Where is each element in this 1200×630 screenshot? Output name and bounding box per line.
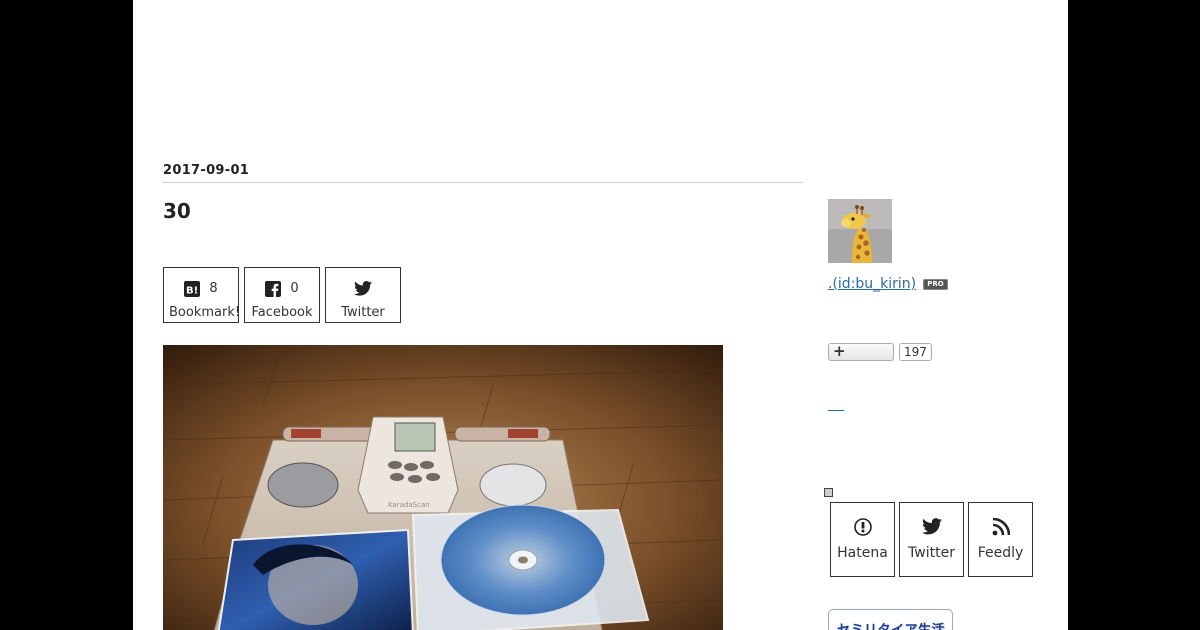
twitter-icon (900, 518, 963, 539)
svg-text:KaradaScan: KaradaScan (388, 501, 430, 509)
hatena-bookmark-button[interactable]: B! 8 Bookmark! (163, 267, 239, 323)
subscribe-twitter-button[interactable]: Twitter (899, 502, 964, 577)
subscribe-feedly-label: Feedly (977, 545, 1024, 561)
facebook-count: 0 (290, 280, 299, 296)
pro-badge: PRO (923, 279, 948, 290)
twitter-icon (354, 278, 372, 297)
bookmark-label: Bookmark! (169, 305, 239, 320)
follower-count[interactable]: 197 (899, 343, 932, 361)
entry-date[interactable]: 2017-09-01 (163, 163, 249, 178)
subscribe-feedly-button[interactable]: Feedly (968, 502, 1033, 577)
hatena-bookmark-icon: B! (184, 278, 205, 297)
facebook-share-button[interactable]: 0 Facebook (244, 267, 320, 323)
date-divider (163, 182, 803, 183)
entry-title[interactable]: 30 (163, 199, 191, 223)
semi-retire-banner[interactable]: セミリタイア生活 (828, 609, 953, 630)
author-avatar[interactable] (828, 199, 892, 263)
facebook-label: Facebook (251, 305, 313, 320)
banner-text: セミリタイア生活 (837, 619, 945, 630)
hatena-icon (831, 518, 894, 540)
blog-page: 2017-09-01 30 B! 8 Bookmark! 0 Facebook … (133, 0, 1068, 630)
subscribe-twitter-label: Twitter (908, 545, 955, 561)
svg-text:B!: B! (186, 285, 198, 296)
author-link[interactable]: .(id:bu_kirin) (828, 276, 916, 292)
entry-photo: KaradaScan (163, 345, 723, 630)
twitter-share-button[interactable]: Twitter (325, 267, 401, 323)
plus-icon: + (833, 342, 846, 360)
subscribe-hatena-label: Hatena (837, 545, 888, 561)
twitter-label: Twitter (341, 305, 385, 320)
rss-icon (969, 517, 1032, 540)
subscribe-heading-icon (824, 488, 833, 497)
follow-button[interactable]: + (828, 343, 894, 361)
bookmark-count: 8 (209, 280, 218, 296)
facebook-icon (265, 278, 286, 297)
sidebar-short-link[interactable] (828, 409, 844, 411)
subscribe-hatena-button[interactable]: Hatena (830, 502, 895, 577)
